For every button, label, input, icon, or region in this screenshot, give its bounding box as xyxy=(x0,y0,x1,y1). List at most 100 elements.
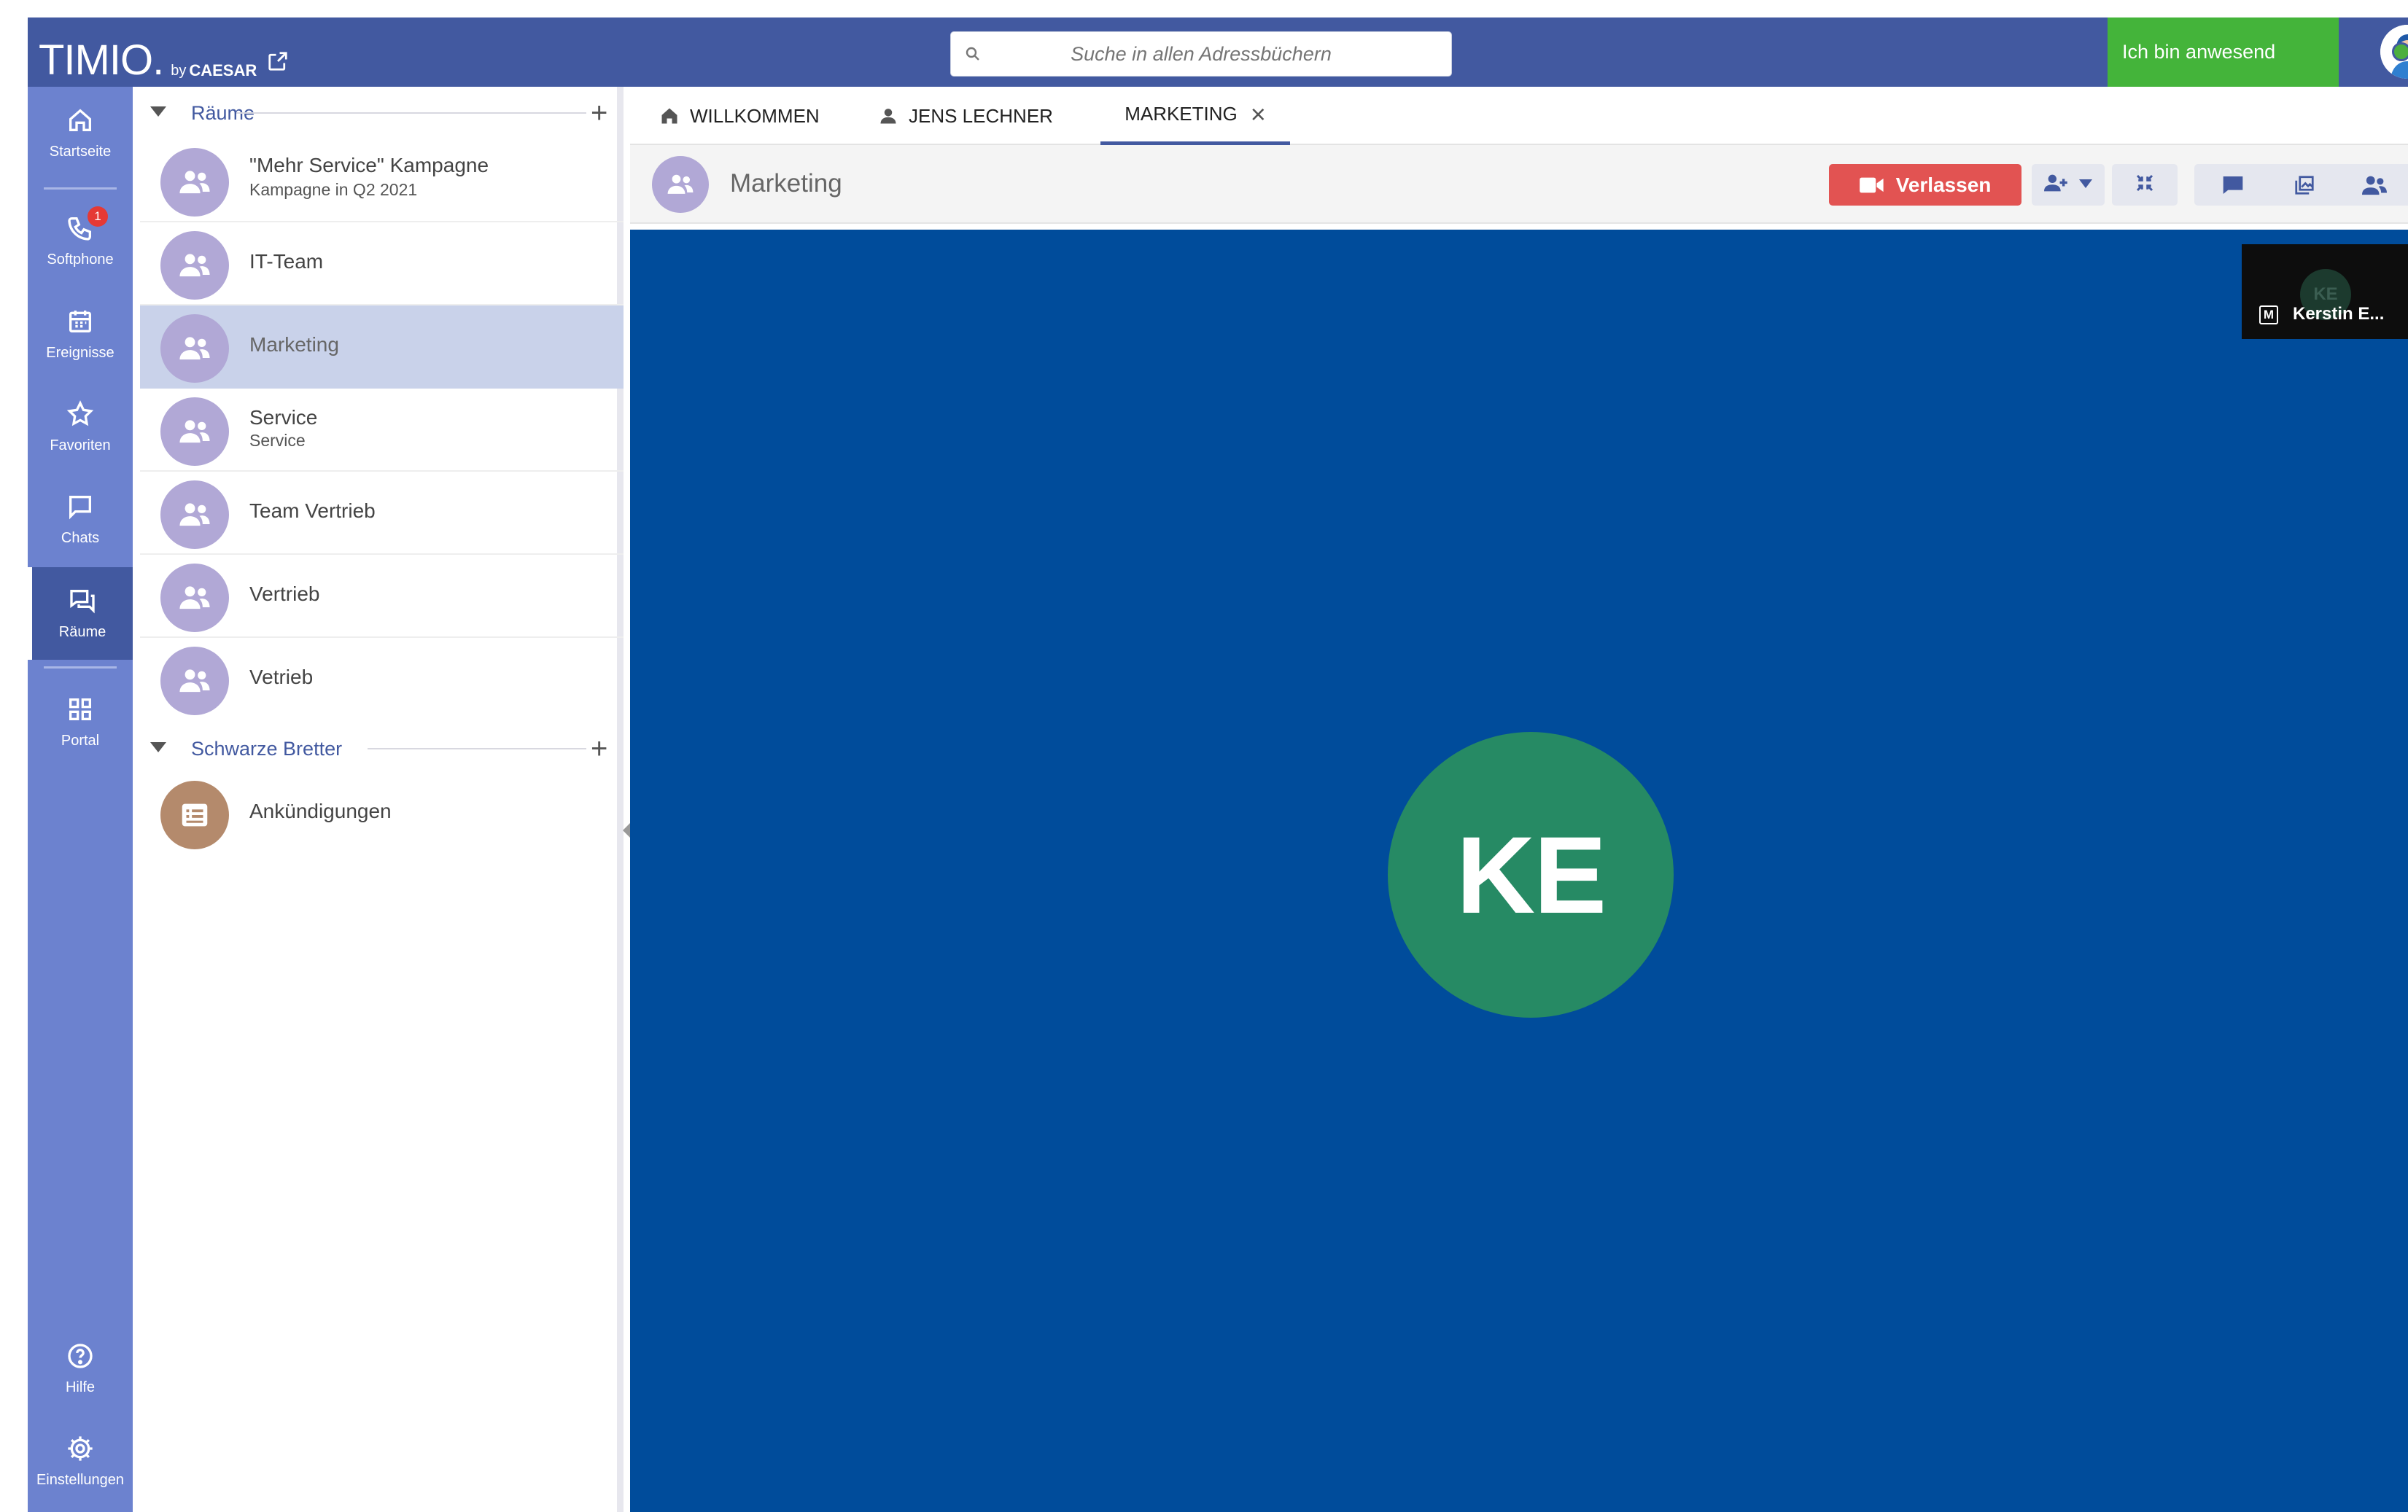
nav-label: Chats xyxy=(61,530,100,546)
rooms-icon xyxy=(68,586,97,620)
notification-badge: 1 xyxy=(88,206,108,227)
external-link-icon[interactable] xyxy=(267,50,289,76)
room-title: Marketing xyxy=(730,169,842,198)
nav-item-startseite[interactable]: Startseite xyxy=(28,87,133,179)
help-icon xyxy=(66,1341,95,1375)
group-avatar-icon xyxy=(160,647,229,715)
home-icon xyxy=(66,106,95,139)
nav-label: Einstellungen xyxy=(36,1472,125,1488)
room-name: "Mehr Service" Kampagne xyxy=(249,154,489,176)
nav-divider xyxy=(44,187,117,190)
grid-icon xyxy=(66,695,95,728)
room-item[interactable]: IT-Team xyxy=(140,222,624,305)
main-content: WILLKOMMEN JENS LECHNER MARKETING × Mark… xyxy=(630,87,2408,1512)
tab-label: MARKETING xyxy=(1125,103,1238,125)
room-name: Vetrieb xyxy=(249,666,314,688)
nav-item-favoriten[interactable]: Favoriten xyxy=(28,381,133,473)
room-item[interactable]: "Mehr Service" Kampagne Kampagne in Q2 2… xyxy=(140,139,624,222)
search-box[interactable] xyxy=(950,31,1452,77)
room-name: Team Vertrieb xyxy=(249,499,376,522)
room-name: IT-Team xyxy=(249,250,324,273)
bulletin-board-icon xyxy=(160,781,229,849)
tab-label: JENS LECHNER xyxy=(909,104,1053,127)
participant-thumbnail[interactable]: KE M Kerstin E... xyxy=(2242,244,2408,339)
chat-icon xyxy=(66,492,95,526)
group-avatar-icon xyxy=(160,231,229,300)
app-window: TIMIO. by CAESAR Ich bin anwesend xyxy=(0,0,2408,1512)
room-item-selected[interactable]: Marketing xyxy=(140,305,624,389)
board-name: Ankündigungen xyxy=(249,800,392,822)
tab-bar: WILLKOMMEN JENS LECHNER MARKETING × xyxy=(630,87,2408,145)
nav-item-chats[interactable]: Chats xyxy=(28,473,133,566)
room-item[interactable]: Team Vertrieb xyxy=(140,472,624,555)
nav-label: Ereignisse xyxy=(46,345,114,361)
boards-section-header[interactable]: Schwarze Bretter + xyxy=(133,725,624,772)
search-input[interactable] xyxy=(951,32,1451,76)
presence-status-button[interactable]: Ich bin anwesend xyxy=(2108,17,2339,87)
room-item[interactable]: Vetrieb xyxy=(140,638,624,721)
room-item[interactable]: Service Service xyxy=(140,389,624,472)
leave-label: Verlassen xyxy=(1895,173,1992,196)
nav-item-einstellungen[interactable]: Einstellungen xyxy=(28,1415,133,1508)
room-name: Service xyxy=(249,406,318,429)
star-icon xyxy=(66,400,95,433)
search-icon xyxy=(964,45,982,66)
nav-label: Hilfe xyxy=(65,1379,95,1395)
boards-section-title: Schwarze Bretter xyxy=(191,737,343,760)
nav-item-hilfe[interactable]: Hilfe xyxy=(28,1322,133,1415)
tab-label: WILLKOMMEN xyxy=(690,104,820,127)
panel-toggle-group xyxy=(2194,164,2408,206)
room-name: Vertrieb xyxy=(249,582,320,605)
calendar-icon xyxy=(66,307,95,340)
rooms-section-header[interactable]: Räume + xyxy=(133,90,624,136)
room-name: Marketing xyxy=(249,333,339,356)
room-header: Marketing Verlassen xyxy=(630,145,2408,224)
minimize-view-button[interactable] xyxy=(2112,164,2178,206)
chat-panel-icon[interactable] xyxy=(2221,174,2245,200)
brand-by: by xyxy=(171,63,187,79)
room-list-panel: Räume + "Mehr Service" Kampagne Kampagne… xyxy=(133,87,630,1512)
close-tab-icon[interactable]: × xyxy=(1251,101,1266,128)
logo: TIMIO. by CAESAR xyxy=(39,25,289,83)
nav-rail: Startseite Softphone 1 Ereignisse Favori… xyxy=(28,87,133,1512)
nav-item-softphone[interactable]: Softphone 1 xyxy=(28,195,133,287)
board-item[interactable]: Ankündigungen xyxy=(140,772,624,855)
nav-item-ereignisse[interactable]: Ereignisse xyxy=(28,288,133,381)
group-avatar-icon xyxy=(160,480,229,549)
room-subtitle: Kampagne in Q2 2021 xyxy=(249,180,418,199)
group-avatar-icon xyxy=(160,564,229,632)
top-bar: TIMIO. by CAESAR Ich bin anwesend xyxy=(28,17,2408,87)
group-avatar-icon xyxy=(652,156,709,213)
mute-indicator-icon: M xyxy=(2259,305,2278,324)
collapse-triangle-icon[interactable] xyxy=(150,106,166,120)
add-room-button[interactable]: + xyxy=(591,98,607,128)
online-status-dot xyxy=(2392,42,2408,61)
participant-name: Kerstin E... xyxy=(2293,304,2385,324)
nav-label: Portal xyxy=(61,733,100,749)
gallery-icon[interactable] xyxy=(2294,174,2315,200)
tab-jens-lechner[interactable]: JENS LECHNER xyxy=(878,87,1053,145)
brand-name: TIMIO. xyxy=(39,36,164,84)
person-icon xyxy=(878,106,898,126)
collapse-arrows-icon xyxy=(2134,172,2156,198)
nav-label: Softphone xyxy=(47,252,114,268)
collapse-triangle-icon[interactable] xyxy=(150,741,166,756)
room-item[interactable]: Vertrieb xyxy=(140,555,624,638)
nav-label: Räume xyxy=(58,624,106,640)
add-board-button[interactable]: + xyxy=(591,734,607,763)
video-stage: KE KE M Kerstin E... xyxy=(630,230,2408,1512)
add-person-icon xyxy=(2044,174,2069,196)
section-divider xyxy=(236,112,586,114)
participants-icon[interactable] xyxy=(2362,174,2387,200)
video-camera-icon xyxy=(1859,176,1884,195)
tab-marketing[interactable]: MARKETING × xyxy=(1100,87,1290,145)
tab-willkommen[interactable]: WILLKOMMEN xyxy=(659,87,820,145)
nav-item-portal[interactable]: Portal xyxy=(28,676,133,768)
nav-item-raeume[interactable]: Räume xyxy=(28,567,133,660)
add-participant-button[interactable] xyxy=(2032,164,2105,206)
panel-collapse-handle[interactable] xyxy=(623,823,630,838)
nav-label: Startseite xyxy=(49,144,112,160)
brand-vendor: CAESAR xyxy=(189,61,257,79)
nav-label: Favoriten xyxy=(50,437,111,453)
leave-meeting-button[interactable]: Verlassen xyxy=(1829,164,2021,206)
